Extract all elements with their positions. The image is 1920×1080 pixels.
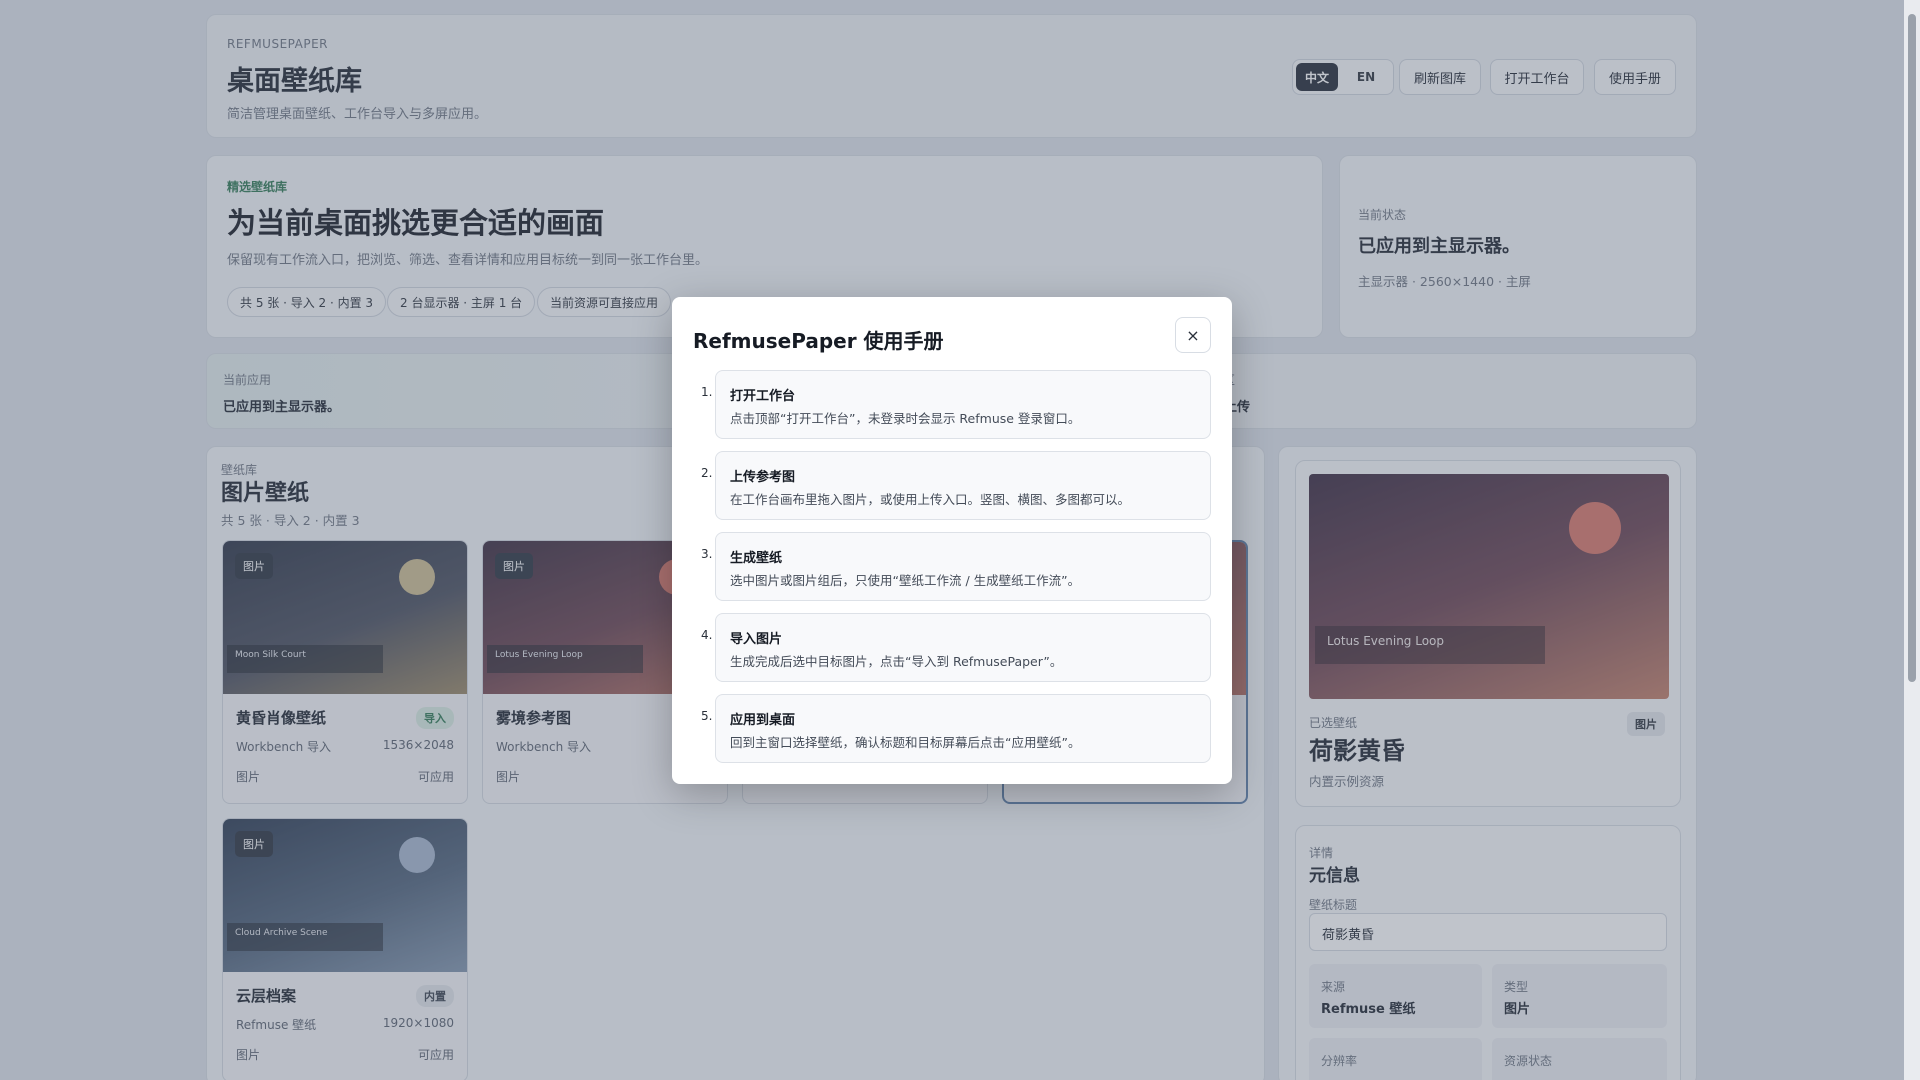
page-scrollbar[interactable]: [1904, 0, 1920, 1080]
close-icon: ×: [1186, 325, 1200, 345]
step-description: 选中图片或图片组后，只使用“壁纸工作流 / 生成壁纸工作流”。: [730, 573, 1081, 588]
step-description: 回到主窗口选择壁纸，确认标题和目标屏幕后点击“应用壁纸”。: [730, 735, 1081, 750]
manual-step: 上传参考图 在工作台画布里拖入图片，或使用上传入口。竖图、横图、多图都可以。: [715, 451, 1211, 520]
manual-step: 生成壁纸 选中图片或图片组后，只使用“壁纸工作流 / 生成壁纸工作流”。: [715, 532, 1211, 601]
step-number: 2.: [701, 466, 713, 480]
manual-step: 应用到桌面 回到主窗口选择壁纸，确认标题和目标屏幕后点击“应用壁纸”。: [715, 694, 1211, 763]
manual-step: 打开工作台 点击顶部“打开工作台”，未登录时会显示 Refmuse 登录窗口。: [715, 370, 1211, 439]
step-number: 1.: [701, 385, 713, 399]
step-number: 4.: [701, 628, 713, 642]
step-title: 导入图片: [730, 632, 783, 647]
manual-step: 导入图片 生成完成后选中目标图片，点击“导入到 RefmusePaper”。: [715, 613, 1211, 682]
step-description: 生成完成后选中目标图片，点击“导入到 RefmusePaper”。: [730, 654, 1063, 669]
app-root: REFMUSEPAPER 桌面壁纸库 简洁管理桌面壁纸、工作台导入与多屏应用。 …: [0, 0, 1920, 1080]
close-button[interactable]: ×: [1175, 317, 1211, 353]
step-description: 点击顶部“打开工作台”，未登录时会显示 Refmuse 登录窗口。: [730, 411, 1081, 426]
step-title: 应用到桌面: [730, 713, 796, 728]
manual-dialog: RefmusePaper 使用手册 × 1. 打开工作台 点击顶部“打开工作台”…: [672, 297, 1232, 784]
step-title: 生成壁纸: [730, 551, 783, 566]
scrollbar-thumb[interactable]: [1908, 14, 1916, 682]
step-title: 上传参考图: [730, 470, 796, 485]
dialog-title: RefmusePaper 使用手册: [693, 329, 944, 353]
step-number: 3.: [701, 547, 713, 561]
step-title: 打开工作台: [730, 389, 796, 404]
step-description: 在工作台画布里拖入图片，或使用上传入口。竖图、横图、多图都可以。: [730, 492, 1131, 507]
step-number: 5.: [701, 709, 713, 723]
